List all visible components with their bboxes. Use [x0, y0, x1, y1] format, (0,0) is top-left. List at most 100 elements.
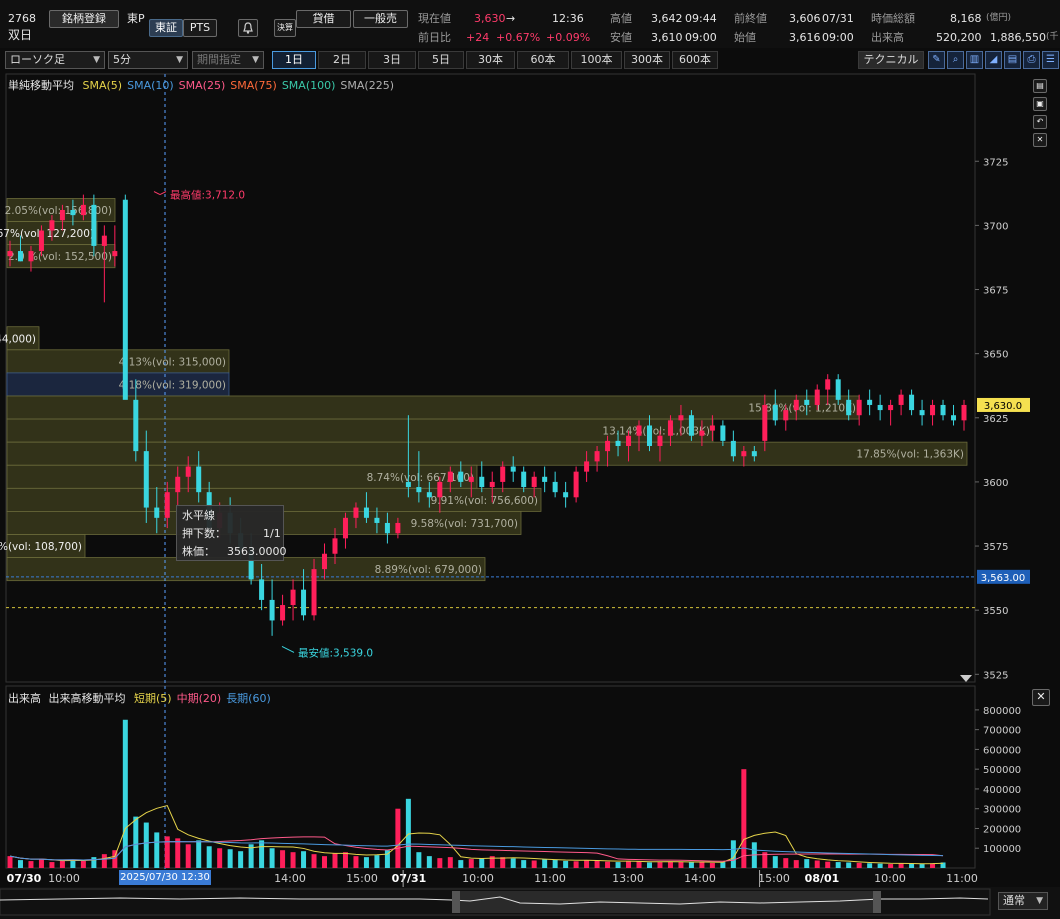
volume-bar	[573, 861, 579, 868]
prev-value: 3,606	[789, 12, 821, 25]
candle-body	[426, 492, 432, 498]
navigator-handle-left[interactable]	[452, 891, 460, 913]
register-button[interactable]: 銘柄登録	[49, 10, 119, 28]
volume-bar	[521, 860, 527, 868]
lock-icon[interactable]: ▣	[1033, 97, 1047, 111]
undo-icon[interactable]: ↶	[1033, 115, 1047, 129]
tab-pts[interactable]: PTS	[183, 19, 217, 37]
price-tick-label: 3550	[983, 606, 1008, 617]
candle-body	[531, 476, 537, 488]
price-tick-label: 3525	[983, 670, 1008, 681]
delete-icon[interactable]: ✕	[1033, 133, 1047, 147]
volume-toggle-icon[interactable]: ▥	[966, 51, 983, 69]
candle-body	[667, 420, 673, 436]
period-button-3[interactable]: 5日	[418, 51, 464, 69]
candle-body	[867, 399, 873, 405]
save-icon[interactable]: ▤	[1004, 51, 1021, 69]
period-button-6[interactable]: 100本	[571, 51, 622, 69]
period-select[interactable]: 期間指定 ▼	[192, 51, 264, 69]
settings-icon[interactable]: ☰	[1042, 51, 1059, 69]
sma-legend-item[interactable]: SMA(10)	[127, 79, 174, 92]
volume-bar	[720, 862, 726, 868]
sma-legend-item[interactable]: SMA(100)	[282, 79, 336, 92]
close-volume-icon[interactable]: ✕	[1032, 689, 1050, 706]
sma-legend-item[interactable]: SMA(25)	[179, 79, 226, 92]
chevron-down-icon: ▼	[252, 55, 259, 65]
interval-select[interactable]: 5分 ▼	[108, 51, 188, 69]
volume-bar	[804, 859, 810, 868]
pen-icon[interactable]: ✎	[928, 51, 945, 69]
scroll-mode-select[interactable]: 通常 ▼	[998, 892, 1048, 910]
volume-bar	[311, 854, 317, 868]
volume-ma-legend-item[interactable]: 長期(60)	[226, 692, 271, 705]
sma-legend-item[interactable]: SMA(225)	[340, 79, 394, 92]
candle-body	[888, 404, 894, 411]
volume-bar	[741, 769, 747, 868]
candle-body	[730, 440, 736, 457]
candle-body	[877, 404, 883, 411]
period-button-8[interactable]: 600本	[672, 51, 718, 69]
candle-body	[605, 440, 611, 452]
period-button-2[interactable]: 3日	[368, 51, 416, 69]
volume-bar	[877, 863, 883, 868]
period-button-5[interactable]: 60本	[517, 51, 569, 69]
volume-tick-label: 200000	[983, 824, 1021, 835]
candle-body	[363, 507, 369, 518]
chart-type-select[interactable]: ローソク足 ▼	[5, 51, 105, 69]
volume-bar	[835, 862, 841, 868]
margin-button[interactable]: 貸借	[296, 10, 351, 28]
area-chart-icon[interactable]: ◢	[985, 51, 1002, 69]
expand-icon[interactable]: ▤	[1033, 79, 1047, 93]
x-tick-label: 11:00	[946, 872, 978, 885]
low-annotation: 最安値:3,539.0	[298, 646, 373, 659]
candle-body	[615, 440, 621, 446]
change-pct: +0.67%	[496, 31, 541, 44]
volume-bar	[206, 846, 212, 868]
sma-legend-item[interactable]: SMA(5)	[83, 79, 123, 92]
period-button-0[interactable]: 1日	[272, 51, 316, 69]
period-button-4[interactable]: 30本	[466, 51, 515, 69]
price-chart[interactable]: 2.05%(vol: 156,800)1.67%(vol: 127,200)2.…	[0, 71, 1060, 887]
technical-button[interactable]: テクニカル	[858, 51, 924, 69]
candle-body	[269, 599, 275, 621]
general-sell-button[interactable]: 一般売	[353, 10, 408, 28]
current-value: 3,630	[474, 12, 506, 25]
candle-body	[353, 507, 359, 518]
volume-bar	[38, 859, 44, 868]
navigator-handle-right[interactable]	[873, 891, 881, 913]
candle-body	[542, 476, 548, 482]
volume-ma-legend-item[interactable]: 中期(20)	[177, 692, 222, 705]
candle-body	[961, 404, 967, 421]
chart-type-value: ローソク足	[10, 53, 65, 66]
volume-profile-label: 1.67%(vol: 127,200)	[0, 228, 94, 240]
volume-profile-label: 0.58%(vol: 44,000)	[0, 333, 36, 345]
volume-bar	[301, 851, 307, 868]
candle-body	[510, 466, 516, 472]
candle-body	[636, 425, 642, 436]
price-tick-label: 3725	[983, 157, 1008, 168]
period-button-1[interactable]: 2日	[318, 51, 366, 69]
volume-bar	[605, 861, 611, 868]
volume-legend: 出来高 出来高移動平均 短期(5) 中期(20) 長期(60)	[8, 690, 271, 706]
kessan-button[interactable]: 決算	[274, 19, 296, 37]
volume-ma-legend-item[interactable]: 短期(5)	[134, 692, 172, 705]
current-time: 12:36	[552, 12, 584, 25]
period-button-7[interactable]: 300本	[624, 51, 670, 69]
change-label: 前日比	[418, 31, 451, 44]
volume-legend-title: 出来高	[8, 692, 41, 705]
bell-icon[interactable]	[238, 19, 258, 37]
zoom-icon[interactable]: ⌕	[947, 51, 964, 69]
print-icon[interactable]: ⎙	[1023, 51, 1040, 69]
candle-body	[552, 481, 558, 493]
volume-bar	[175, 838, 181, 868]
volume-profile-label: 9.91%(vol: 756,600)	[431, 495, 538, 507]
candle-body	[626, 435, 632, 446]
chevron-down-icon: ▼	[93, 55, 100, 65]
navigator-scrollbar[interactable]: 通常 ▼	[0, 887, 1060, 919]
line-tooltip: 水平線 押下数： 1/1 株価： 3563.0000	[176, 505, 287, 561]
volume-bar	[888, 864, 894, 868]
sma-legend-item[interactable]: SMA(75)	[230, 79, 277, 92]
mcap-label: 時価総額	[871, 12, 915, 25]
candle-body	[437, 481, 443, 498]
tab-tse[interactable]: 東証	[149, 19, 183, 37]
